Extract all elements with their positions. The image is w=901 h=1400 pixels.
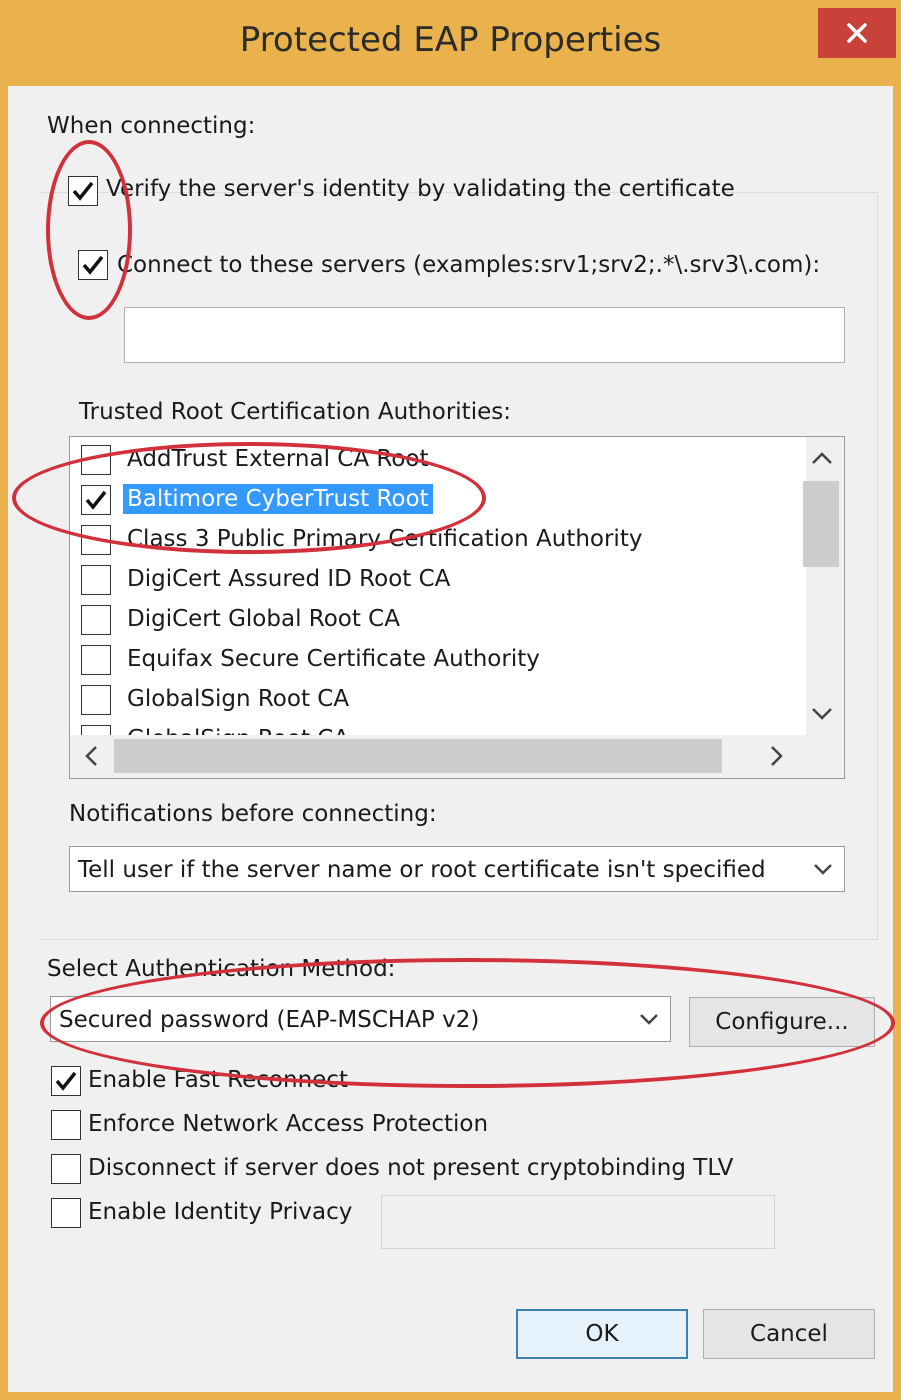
horizontal-scroll-thumb[interactable] — [114, 739, 722, 773]
connect-servers-label[interactable]: Connect to these servers (examples:srv1;… — [117, 250, 820, 280]
chevron-down-icon — [640, 1014, 658, 1025]
cryptobinding-checkbox[interactable] — [51, 1154, 81, 1184]
vertical-scroll-thumb[interactable] — [803, 481, 839, 567]
auth-method-heading: Select Authentication Method: — [47, 956, 396, 982]
enforce-nap-label[interactable]: Enforce Network Access Protection — [88, 1109, 488, 1139]
identity-privacy-input[interactable] — [381, 1195, 775, 1249]
list-item[interactable]: GlobalSign Root CA — [70, 720, 806, 735]
trusted-roots-heading: Trusted Root Certification Authorities: — [79, 399, 511, 425]
item-checkbox[interactable] — [81, 605, 111, 635]
scroll-down-icon[interactable] — [811, 707, 833, 721]
notifications-dropdown[interactable]: Tell user if the server name or root cer… — [69, 846, 845, 892]
trusted-roots-items: AddTrust External CA Root Baltimore Cybe… — [70, 437, 806, 735]
item-label: Class 3 Public Primary Certification Aut… — [127, 526, 643, 552]
item-label: DigiCert Assured ID Root CA — [127, 566, 451, 592]
chevron-down-icon — [814, 864, 832, 875]
fast-reconnect-checkbox[interactable] — [51, 1066, 81, 1096]
close-button[interactable] — [818, 8, 896, 58]
item-checkbox[interactable] — [81, 725, 111, 735]
auth-method-value: Secured password (EAP-MSCHAP v2) — [59, 1007, 480, 1033]
verify-server-label[interactable]: Verify the server's identity by validati… — [106, 174, 735, 204]
item-label: GlobalSign Root CA — [127, 686, 350, 712]
cryptobinding-label[interactable]: Disconnect if server does not present cr… — [88, 1153, 733, 1183]
checkmark-icon — [85, 490, 107, 510]
enforce-nap-checkbox[interactable] — [51, 1110, 81, 1140]
item-checkbox[interactable] — [81, 485, 111, 515]
list-item[interactable]: Equifax Secure Certificate Authority — [70, 640, 806, 680]
checkmark-icon — [72, 181, 94, 201]
close-icon — [847, 23, 867, 43]
fast-reconnect-label[interactable]: Enable Fast Reconnect — [88, 1065, 348, 1095]
window-title: Protected EAP Properties — [239, 20, 662, 60]
trusted-roots-list[interactable]: AddTrust External CA Root Baltimore Cybe… — [69, 436, 845, 779]
verify-server-checkbox[interactable] — [68, 176, 98, 206]
list-item[interactable]: AddTrust External CA Root — [70, 440, 806, 480]
list-item[interactable]: Baltimore CyberTrust Root — [70, 480, 806, 520]
configure-button[interactable]: Configure... — [689, 997, 875, 1047]
identity-privacy-label[interactable]: Enable Identity Privacy — [88, 1197, 352, 1227]
item-checkbox[interactable] — [81, 645, 111, 675]
list-item[interactable]: DigiCert Global Root CA — [70, 600, 806, 640]
ok-button[interactable]: OK — [516, 1309, 688, 1359]
title-bar[interactable]: Protected EAP Properties — [0, 0, 901, 86]
connect-servers-checkbox[interactable] — [78, 250, 108, 280]
item-checkbox[interactable] — [81, 685, 111, 715]
scroll-right-icon[interactable] — [770, 745, 784, 767]
auth-method-dropdown[interactable]: Secured password (EAP-MSCHAP v2) — [50, 996, 671, 1042]
item-label: GlobalSign Root CA — [123, 724, 353, 735]
item-checkbox[interactable] — [81, 525, 111, 555]
item-label: Equifax Secure Certificate Authority — [127, 646, 540, 672]
identity-privacy-checkbox[interactable] — [51, 1198, 81, 1228]
checkmark-icon — [82, 255, 104, 275]
item-checkbox[interactable] — [81, 445, 111, 475]
servers-input[interactable] — [124, 307, 845, 363]
list-item[interactable]: DigiCert Assured ID Root CA — [70, 560, 806, 600]
item-label: Baltimore CyberTrust Root — [123, 484, 433, 514]
item-checkbox[interactable] — [81, 565, 111, 595]
checkmark-icon — [55, 1071, 77, 1091]
item-label: DigiCert Global Root CA — [127, 606, 400, 632]
item-label: AddTrust External CA Root — [127, 446, 429, 472]
horizontal-scrollbar[interactable] — [70, 735, 844, 778]
list-item[interactable]: Class 3 Public Primary Certification Aut… — [70, 520, 806, 560]
list-item[interactable]: GlobalSign Root CA — [70, 680, 806, 720]
notifications-value: Tell user if the server name or root cer… — [78, 857, 766, 883]
scroll-up-icon[interactable] — [811, 451, 833, 465]
when-connecting-heading: When connecting: — [47, 113, 256, 139]
cancel-button[interactable]: Cancel — [703, 1309, 875, 1359]
scroll-left-icon[interactable] — [84, 745, 98, 767]
notifications-heading: Notifications before connecting: — [69, 801, 437, 827]
